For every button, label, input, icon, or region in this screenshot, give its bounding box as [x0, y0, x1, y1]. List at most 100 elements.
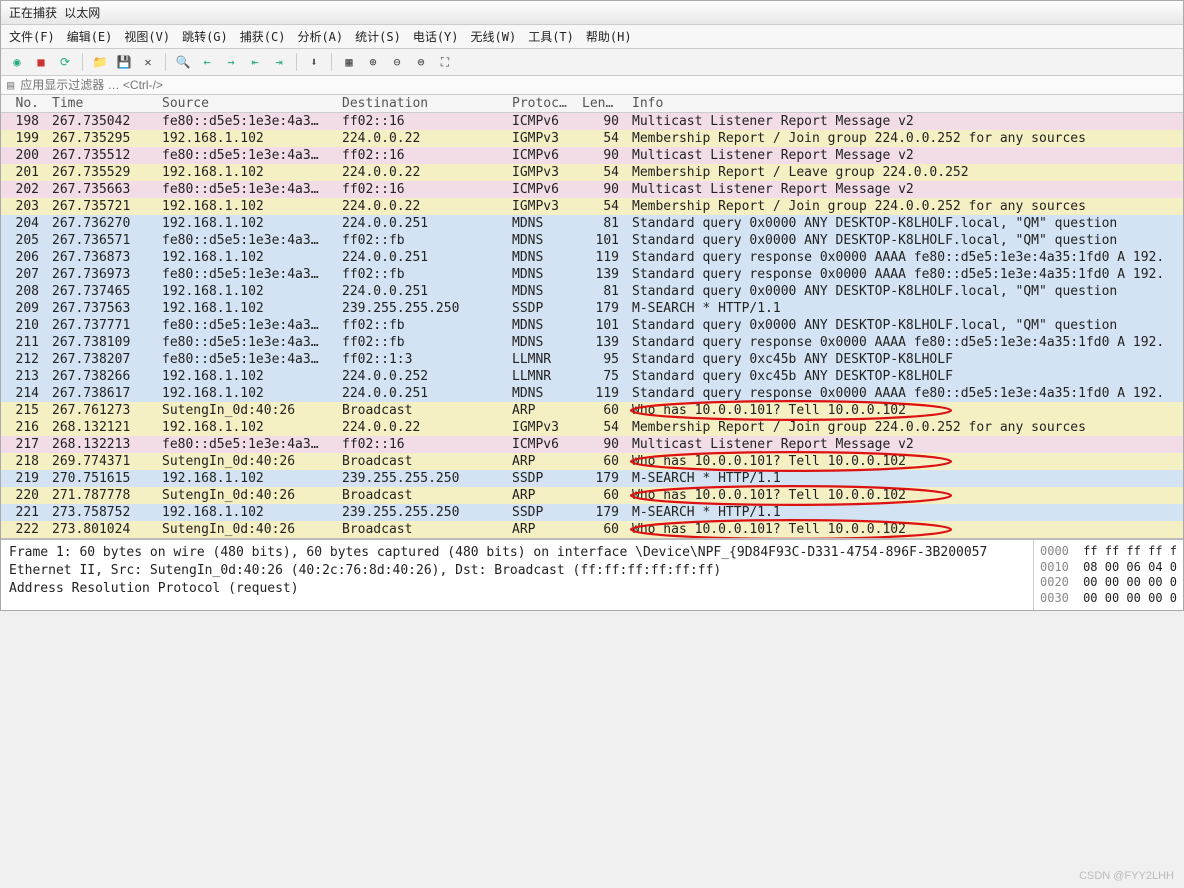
- menu-item[interactable]: 电话(Y): [413, 28, 459, 45]
- cell-no: 217: [1, 436, 46, 453]
- menu-item[interactable]: 跳转(G): [182, 28, 228, 45]
- display-filter-input[interactable]: [20, 78, 1177, 92]
- restart-capture-icon[interactable]: ⟳: [55, 52, 75, 72]
- colorize-icon[interactable]: ▦: [339, 52, 359, 72]
- packet-row[interactable]: 202267.735663fe80::d5e5:1e3e:4a3…ff02::1…: [1, 181, 1183, 198]
- cell-time: 267.737465: [46, 283, 156, 300]
- cell-source: SutengIn_0d:40:26: [156, 487, 336, 504]
- packet-row[interactable]: 212267.738207fe80::d5e5:1e3e:4a3…ff02::1…: [1, 351, 1183, 368]
- packet-row[interactable]: 214267.738617192.168.1.102224.0.0.251MDN…: [1, 385, 1183, 402]
- jump-first-icon[interactable]: ⇤: [245, 52, 265, 72]
- packet-row[interactable]: 204267.736270192.168.1.102224.0.0.251MDN…: [1, 215, 1183, 232]
- autoscroll-icon[interactable]: ⬇: [304, 52, 324, 72]
- packet-row[interactable]: 220271.787778SutengIn_0d:40:26BroadcastA…: [1, 487, 1183, 504]
- cell-info: Multicast Listener Report Message v2: [626, 113, 1183, 130]
- go-back-icon[interactable]: ←: [197, 52, 217, 72]
- packet-row[interactable]: 222273.801024SutengIn_0d:40:26BroadcastA…: [1, 521, 1183, 538]
- cell-info: M-SEARCH * HTTP/1.1: [626, 504, 1183, 521]
- packet-row[interactable]: 211267.738109fe80::d5e5:1e3e:4a3…ff02::f…: [1, 334, 1183, 351]
- zoom-reset-icon[interactable]: ⊜: [411, 52, 431, 72]
- arp-summary-line: Address Resolution Protocol (request): [9, 580, 1025, 598]
- cell-dest: Broadcast: [336, 453, 506, 470]
- packet-row[interactable]: 206267.736873192.168.1.102224.0.0.251MDN…: [1, 249, 1183, 266]
- menu-item[interactable]: 文件(F): [9, 28, 55, 45]
- cell-length: 54: [576, 164, 626, 181]
- menu-item[interactable]: 视图(V): [124, 28, 170, 45]
- menu-item[interactable]: 工具(T): [528, 28, 574, 45]
- packet-row[interactable]: 205267.736571fe80::d5e5:1e3e:4a3…ff02::f…: [1, 232, 1183, 249]
- menu-item[interactable]: 捕获(C): [240, 28, 286, 45]
- hex-line: 0000ff ff ff ff f: [1040, 544, 1177, 560]
- cell-time: 269.774371: [46, 453, 156, 470]
- cell-no: 211: [1, 334, 46, 351]
- frame-summary-line: Frame 1: 60 bytes on wire (480 bits), 60…: [9, 544, 1025, 562]
- menu-item[interactable]: 统计(S): [355, 28, 401, 45]
- cell-length: 139: [576, 334, 626, 351]
- packet-row[interactable]: 203267.735721192.168.1.102224.0.0.22IGMP…: [1, 198, 1183, 215]
- packet-row[interactable]: 217268.132213fe80::d5e5:1e3e:4a3…ff02::1…: [1, 436, 1183, 453]
- cell-no: 219: [1, 470, 46, 487]
- col-info[interactable]: Info: [626, 95, 1183, 112]
- hex-line: 001008 00 06 04 0: [1040, 560, 1177, 576]
- packet-row[interactable]: 216268.132121192.168.1.102224.0.0.22IGMP…: [1, 419, 1183, 436]
- packet-row[interactable]: 221273.758752192.168.1.102239.255.255.25…: [1, 504, 1183, 521]
- resize-columns-icon[interactable]: ⛶: [435, 52, 455, 72]
- start-capture-icon[interactable]: ◉: [7, 52, 27, 72]
- cell-no: 199: [1, 130, 46, 147]
- menu-item[interactable]: 编辑(E): [67, 28, 113, 45]
- watermark: CSDN @FYY2LHH: [1079, 870, 1174, 882]
- cell-length: 179: [576, 300, 626, 317]
- packet-row[interactable]: 198267.735042fe80::d5e5:1e3e:4a3…ff02::1…: [1, 113, 1183, 130]
- stop-capture-icon[interactable]: ■: [31, 52, 51, 72]
- packet-details-tree[interactable]: Frame 1: 60 bytes on wire (480 bits), 60…: [1, 540, 1033, 610]
- cell-info: Who has 10.0.0.101? Tell 10.0.0.102: [626, 487, 1183, 504]
- packet-row[interactable]: 199267.735295192.168.1.102224.0.0.22IGMP…: [1, 130, 1183, 147]
- cell-info: Membership Report / Join group 224.0.0.2…: [626, 130, 1183, 147]
- save-file-icon[interactable]: 💾: [114, 52, 134, 72]
- col-time[interactable]: Time: [46, 95, 156, 112]
- cell-source: fe80::d5e5:1e3e:4a3…: [156, 266, 336, 283]
- cell-length: 54: [576, 130, 626, 147]
- cell-time: 267.735042: [46, 113, 156, 130]
- packet-row[interactable]: 215267.761273SutengIn_0d:40:26BroadcastA…: [1, 402, 1183, 419]
- packet-row[interactable]: 213267.738266192.168.1.102224.0.0.252LLM…: [1, 368, 1183, 385]
- menu-item[interactable]: 帮助(H): [586, 28, 632, 45]
- go-forward-icon[interactable]: →: [221, 52, 241, 72]
- cell-length: 101: [576, 317, 626, 334]
- col-no[interactable]: No.: [1, 95, 46, 112]
- cell-info: Standard query 0xc45b ANY DESKTOP-K8LHOL…: [626, 351, 1183, 368]
- col-dest[interactable]: Destination: [336, 95, 506, 112]
- open-file-icon[interactable]: 📁: [90, 52, 110, 72]
- packet-row[interactable]: 209267.737563192.168.1.102239.255.255.25…: [1, 300, 1183, 317]
- cell-no: 206: [1, 249, 46, 266]
- zoom-in-icon[interactable]: ⊕: [363, 52, 383, 72]
- bookmark-icon[interactable]: ▤: [7, 78, 14, 92]
- packet-bytes-pane[interactable]: 0000ff ff ff ff f001008 00 06 04 0002000…: [1033, 540, 1183, 610]
- hex-line: 003000 00 00 00 0: [1040, 591, 1177, 607]
- packet-row[interactable]: 208267.737465192.168.1.102224.0.0.251MDN…: [1, 283, 1183, 300]
- packet-details-pane: Frame 1: 60 bytes on wire (480 bits), 60…: [1, 538, 1183, 610]
- menu-item[interactable]: 无线(W): [471, 28, 517, 45]
- jump-last-icon[interactable]: ⇥: [269, 52, 289, 72]
- cell-protocol: MDNS: [506, 385, 576, 402]
- packet-row[interactable]: 200267.735512fe80::d5e5:1e3e:4a3…ff02::1…: [1, 147, 1183, 164]
- cell-dest: 224.0.0.251: [336, 385, 506, 402]
- display-filter-bar: ▤: [1, 76, 1183, 95]
- cell-protocol: ICMPv6: [506, 436, 576, 453]
- hex-line: 002000 00 00 00 0: [1040, 575, 1177, 591]
- packet-row[interactable]: 207267.736973fe80::d5e5:1e3e:4a3…ff02::f…: [1, 266, 1183, 283]
- packet-row[interactable]: 201267.735529192.168.1.102224.0.0.22IGMP…: [1, 164, 1183, 181]
- col-protocol[interactable]: Protocol: [506, 95, 576, 112]
- cell-no: 198: [1, 113, 46, 130]
- packet-row[interactable]: 219270.751615192.168.1.102239.255.255.25…: [1, 470, 1183, 487]
- col-source[interactable]: Source: [156, 95, 336, 112]
- zoom-out-icon[interactable]: ⊖: [387, 52, 407, 72]
- menu-item[interactable]: 分析(A): [297, 28, 343, 45]
- packet-row[interactable]: 210267.737771fe80::d5e5:1e3e:4a3…ff02::f…: [1, 317, 1183, 334]
- separator: [296, 53, 297, 71]
- cell-protocol: MDNS: [506, 283, 576, 300]
- find-icon[interactable]: 🔍: [173, 52, 193, 72]
- packet-row[interactable]: 218269.774371SutengIn_0d:40:26BroadcastA…: [1, 453, 1183, 470]
- close-icon[interactable]: ✕: [138, 52, 158, 72]
- col-length[interactable]: Length: [576, 95, 626, 112]
